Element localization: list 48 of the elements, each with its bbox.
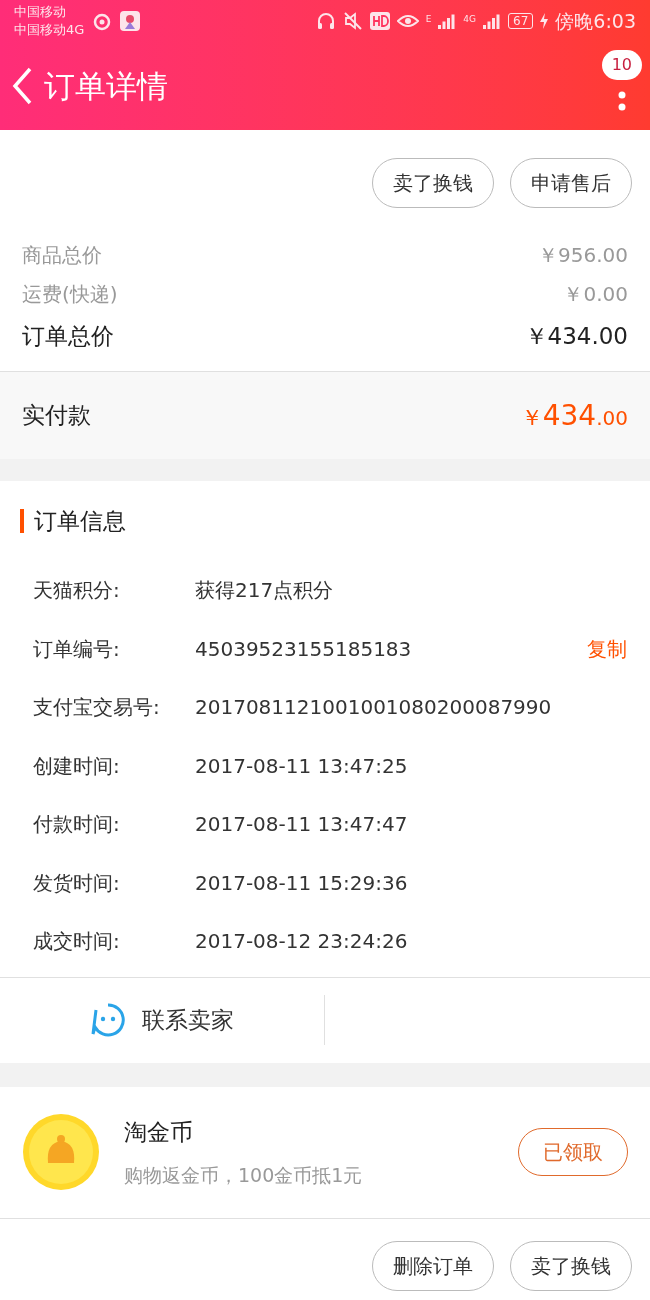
action-button[interactable]: 删除订单	[372, 1240, 494, 1291]
price-value: ￥0.00	[563, 280, 628, 308]
info-label: 发货时间:	[33, 869, 121, 897]
info-value: 2017-08-12 23:24:26	[195, 928, 408, 956]
price-label: 商品总价	[22, 241, 102, 269]
info-value: 2017-08-11 13:47:47	[195, 811, 408, 839]
info-label: 订单编号:	[33, 635, 121, 663]
info-value: 获得217点积分	[195, 577, 334, 605]
notification-badge: 10	[601, 50, 642, 80]
charging-icon	[540, 13, 549, 29]
price-value: ￥956.00	[538, 241, 628, 269]
signal-icon	[438, 13, 457, 29]
contact-seller-button[interactable]: 联系卖家	[0, 995, 325, 1045]
info-value: 45039523155185183	[195, 635, 412, 663]
section-title: 订单信息	[34, 506, 126, 536]
coin-icon	[22, 1113, 100, 1191]
headphones-icon	[315, 11, 336, 31]
action-button[interactable]: 卖了换钱	[372, 157, 494, 208]
hd-icon	[369, 12, 390, 30]
info-label: 支付宝交易号:	[33, 694, 161, 722]
eye-icon	[396, 13, 419, 29]
app-icon	[120, 11, 141, 31]
chat-face-icon	[90, 1002, 126, 1038]
signal-icon	[483, 13, 502, 29]
paid-amount: ￥434.00	[520, 397, 628, 434]
network-type: 4G	[463, 12, 477, 26]
info-value: 2017-08-11 13:47:25	[195, 752, 408, 780]
paid-label: 实付款	[22, 401, 91, 431]
info-label: 天猫积分:	[33, 577, 121, 605]
info-label: 成交时间:	[33, 928, 121, 956]
action-button[interactable]: 申请售后	[510, 157, 632, 208]
clock: 傍晚6:03	[555, 8, 636, 34]
battery-level: 67	[508, 13, 534, 29]
coin-title: 淘金币	[124, 1117, 194, 1147]
price-label: 运费(快递)	[22, 280, 118, 308]
info-value: 2017-08-11 15:29:36	[195, 869, 408, 897]
action-button[interactable]: 卖了换钱	[510, 1240, 632, 1291]
coin-description: 购物返金币，100金币抵1元	[124, 1163, 364, 1188]
info-value: 2017081121001001080200087990	[195, 694, 552, 722]
carrier-name: 中国移动	[14, 3, 67, 21]
info-label: 创建时间:	[33, 752, 121, 780]
network-type: E	[425, 12, 432, 26]
price-label: 订单总价	[22, 321, 114, 351]
carrier-name: 中国移动4G	[14, 21, 85, 39]
info-label: 付款时间:	[33, 811, 121, 839]
page-title: 订单详情	[44, 66, 168, 106]
price-value: ￥434.00	[524, 321, 628, 351]
muted-speaker-icon	[342, 11, 363, 31]
